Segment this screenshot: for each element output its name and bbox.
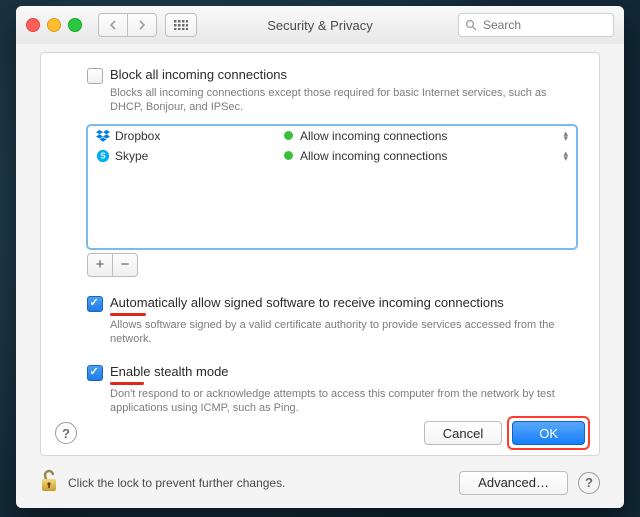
skype-icon: S [96, 149, 110, 163]
search-input[interactable] [481, 17, 624, 33]
svg-text:S: S [100, 151, 105, 160]
back-button[interactable] [98, 13, 127, 37]
lock-message: Click the lock to prevent further change… [68, 476, 285, 490]
ok-button[interactable]: OK [512, 421, 585, 445]
search-icon [465, 19, 477, 31]
add-app-button[interactable]: + [87, 253, 112, 277]
auto-allow-label: Automatically allow signed software to r… [110, 295, 504, 310]
add-remove-buttons: + − [87, 253, 599, 277]
app-status-label: Allow incoming connections [300, 149, 447, 163]
auto-allow-checkbox[interactable] [87, 296, 103, 312]
application-list[interactable]: Dropbox Allow incoming connections ▴▾ S … [87, 125, 577, 249]
help-button[interactable]: ? [55, 422, 77, 444]
block-all-section: Block all incoming connections Blocks al… [41, 67, 599, 115]
cancel-button[interactable]: Cancel [424, 421, 502, 445]
show-all-button[interactable] [165, 13, 197, 37]
nav-buttons [98, 13, 157, 37]
dropbox-icon [96, 129, 110, 143]
stealth-section: Enable stealth mode Don't respond to or … [41, 364, 599, 416]
app-row[interactable]: S Skype Allow incoming connections ▴▾ [88, 146, 576, 166]
help-button[interactable]: ? [578, 472, 600, 494]
block-all-description: Blocks all incoming connections except t… [110, 86, 577, 115]
annotation-underline [110, 313, 146, 316]
status-stepper[interactable]: ▴▾ [563, 151, 568, 161]
app-name-label: Dropbox [115, 129, 160, 143]
unlocked-padlock-icon[interactable] [40, 469, 60, 496]
traffic-lights [26, 18, 82, 32]
firewall-options-panel: Block all incoming connections Blocks al… [40, 52, 600, 456]
block-all-label: Block all incoming connections [110, 67, 287, 82]
prefs-window: Security & Privacy Block all incoming co… [16, 6, 624, 508]
minimize-window-button[interactable] [47, 18, 61, 32]
annotation-underline [110, 382, 144, 385]
search-field[interactable] [458, 13, 614, 37]
auto-allow-description: Allows software signed by a valid certif… [110, 318, 577, 347]
status-dot-icon [284, 131, 293, 140]
auto-allow-section: Automatically allow signed software to r… [41, 295, 599, 347]
close-window-button[interactable] [26, 18, 40, 32]
advanced-button[interactable]: Advanced… [459, 471, 568, 495]
app-row[interactable]: Dropbox Allow incoming connections ▴▾ [88, 126, 576, 146]
app-status-label: Allow incoming connections [300, 129, 447, 143]
sheet-footer: ? Cancel OK [41, 421, 599, 445]
app-name-label: Skype [115, 149, 148, 163]
remove-app-button[interactable]: − [112, 253, 138, 277]
stealth-description: Don't respond to or acknowledge attempts… [110, 387, 577, 416]
forward-button[interactable] [127, 13, 157, 37]
status-dot-icon [284, 151, 293, 160]
lock-row: Click the lock to prevent further change… [40, 469, 600, 496]
zoom-window-button[interactable] [68, 18, 82, 32]
stealth-label: Enable stealth mode [110, 364, 229, 379]
title-bar: Security & Privacy [16, 6, 624, 45]
block-all-checkbox[interactable] [87, 68, 103, 84]
grid-icon [174, 20, 188, 30]
window-body: Block all incoming connections Blocks al… [16, 44, 624, 508]
stealth-checkbox[interactable] [87, 365, 103, 381]
chevron-left-icon [109, 20, 117, 30]
status-stepper[interactable]: ▴▾ [563, 131, 568, 141]
chevron-right-icon [138, 20, 146, 30]
